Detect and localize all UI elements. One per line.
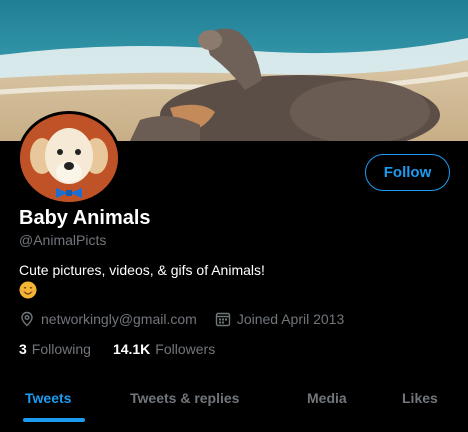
profile-bio: Cute pictures, videos, & gifs of Animals…: [19, 262, 265, 278]
profile-meta: networkingly@gmail.com Joined April 2013: [19, 311, 362, 327]
display-name: Baby Animals: [19, 207, 151, 229]
following-label: Following: [31, 341, 91, 357]
tab-media[interactable]: Media: [307, 390, 347, 406]
follow-button[interactable]: Follow: [365, 154, 450, 191]
profile-stats: 3 Following 14.1K Followers: [19, 341, 237, 357]
following-link[interactable]: 3 Following: [19, 341, 91, 357]
email-text: networkingly@gmail.com: [41, 311, 197, 327]
following-count: 3: [19, 341, 27, 357]
joined-text: Joined April 2013: [236, 311, 345, 327]
tab-likes[interactable]: Likes: [402, 390, 438, 406]
profile-joined: Joined April 2013: [215, 311, 344, 327]
profile-avatar[interactable]: [17, 111, 121, 205]
followers-label: Followers: [155, 341, 216, 357]
active-tab-indicator: [23, 418, 85, 422]
tab-tweets-replies[interactable]: Tweets & replies: [130, 390, 239, 406]
tab-tweets[interactable]: Tweets: [25, 390, 71, 406]
profile-tabs: Tweets Tweets & replies Media Likes: [0, 378, 468, 418]
smiling-face-emoji-icon: [19, 281, 37, 299]
calendar-icon: [215, 311, 231, 327]
location-pin-icon: [19, 311, 35, 327]
user-handle: @AnimalPicts: [19, 232, 107, 248]
profile-email: networkingly@gmail.com: [19, 311, 197, 327]
followers-count: 14.1K: [112, 341, 151, 357]
followers-link[interactable]: 14.1K Followers: [113, 341, 215, 357]
